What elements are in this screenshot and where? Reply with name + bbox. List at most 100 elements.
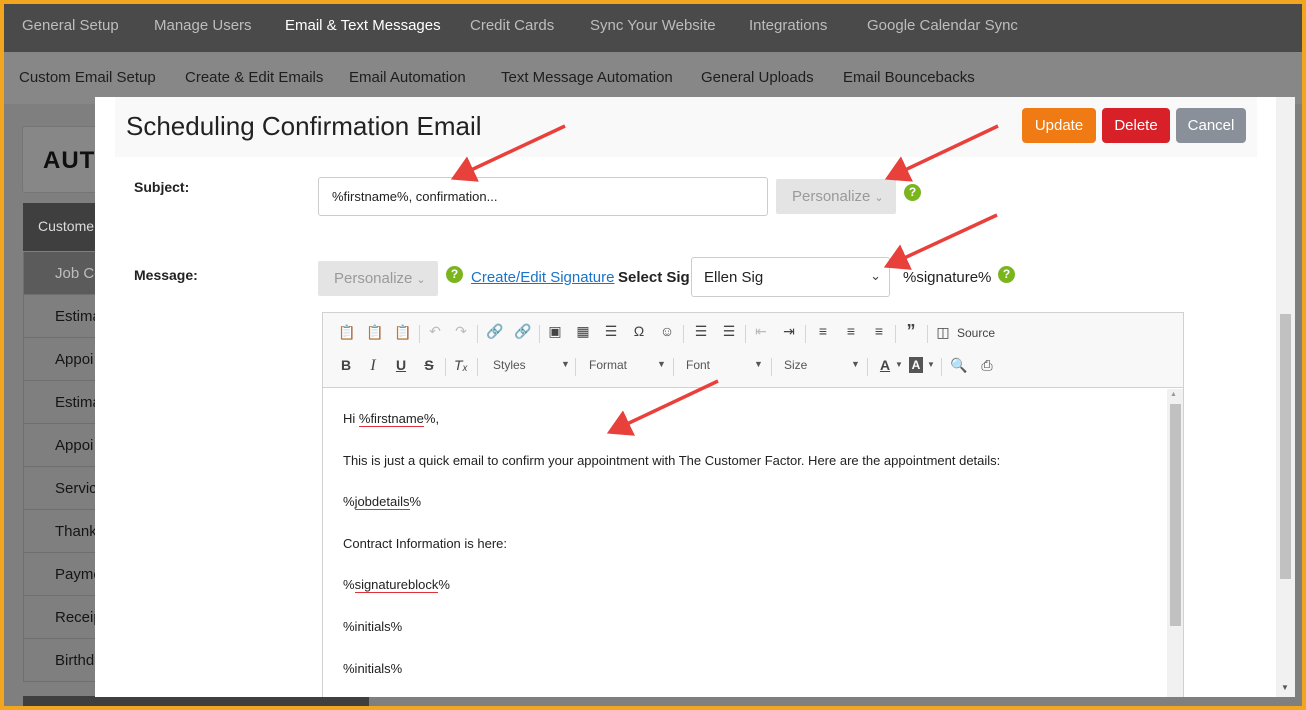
editor-scrollbar[interactable]: ▲ [1167,389,1183,697]
sidebar-item-label: Appoi [55,351,94,368]
create-edit-signature-link[interactable]: Create/Edit Signature [471,269,614,286]
toolbar-separator [683,325,684,343]
paste-text-icon[interactable]: 📋 [365,324,385,341]
sidebar-item-label: Appoi [55,437,94,454]
underline-icon[interactable]: U [391,357,411,373]
personalize-label: Personalize [792,188,871,205]
caret-down-icon: ▼ [851,359,860,369]
nav-manage-users[interactable]: Manage Users [154,17,252,34]
bulleted-list-icon[interactable]: ☰ [719,323,739,340]
nav-integrations[interactable]: Integrations [749,17,827,34]
subnav-text-message-automation[interactable]: Text Message Automation [501,69,673,86]
remove-format-icon[interactable]: Tₓ [451,357,471,373]
delete-button[interactable]: Delete [1102,108,1170,143]
update-button[interactable]: Update [1022,108,1096,143]
toolbar-separator [867,358,868,376]
toolbar-separator [771,358,772,376]
smiley-icon[interactable]: ☺ [657,323,677,339]
scroll-up-icon[interactable]: ▲ [1170,391,1177,398]
sidebar-item-label: Estima [55,308,101,325]
message-help-icon[interactable]: ? [446,266,463,283]
editor-scroll-thumb[interactable] [1170,404,1181,626]
spelling-error: jobdetails [354,494,410,510]
editor-line: %jobdetails% [343,494,422,510]
editor-content[interactable]: Hi %firstname%, This is just a quick ema… [323,389,1167,697]
modal-scroll-thumb[interactable] [1280,314,1291,579]
unlink-icon[interactable]: 🔗 [513,323,533,340]
link-icon[interactable]: 🔗 [485,323,505,340]
scroll-down-icon[interactable]: ▼ [1281,683,1289,692]
sidebar-item-label: Birthd [55,652,95,669]
source-icon[interactable]: ◫ [933,324,953,341]
modal-scrollbar[interactable]: ▼ [1276,97,1295,697]
toolbar-separator [673,358,674,376]
undo-icon[interactable]: ↶ [425,323,445,340]
bold-icon[interactable]: B [336,357,356,373]
signature-select-value: Ellen Sig [704,269,764,286]
align-center-icon[interactable]: ≡ [841,323,861,339]
subject-input[interactable] [318,177,768,216]
table-icon[interactable]: ▦ [573,323,593,340]
paste-word-icon[interactable]: 📋 [393,324,413,341]
nav-google-calendar-sync[interactable]: Google Calendar Sync [867,17,1018,34]
rich-text-editor: 📋 📋 📋 ↶ ↷ 🔗 🔗 ▣ ▦ ☰ Ω ☺ ☰ ☰ ⇤ ⇥ ≡ ≡ ≡ ” … [322,312,1184,697]
preview-icon[interactable]: 🔍 [949,357,969,374]
subnav-general-uploads[interactable]: General Uploads [701,69,814,86]
align-left-icon[interactable]: ≡ [813,323,833,339]
size-dropdown[interactable]: Size [784,358,807,372]
editor-line: %initials% [343,661,403,676]
signature-help-icon[interactable]: ? [998,266,1015,283]
subnav-create-edit-emails[interactable]: Create & Edit Emails [185,69,323,86]
signature-select[interactable]: Ellen Sig ⌄ [691,257,890,297]
source-button-label[interactable]: Source [957,326,995,340]
modal-header: Scheduling Confirmation Email Update Del… [115,97,1257,157]
numbered-list-icon[interactable]: ☰ [691,323,711,340]
caret-down-icon: ▼ [754,359,763,369]
chevron-down-icon: ⌄ [870,268,881,283]
horizontal-line-icon[interactable]: ☰ [601,323,621,340]
nav-email-text-messages[interactable]: Email & Text Messages [285,17,441,34]
subnav-email-automation[interactable]: Email Automation [349,69,466,86]
message-personalize-button[interactable]: Personalize ⌄ [318,261,438,296]
italic-icon[interactable]: I [363,357,383,375]
toolbar-separator [477,358,478,376]
nav-sync-website[interactable]: Sync Your Website [590,17,716,34]
sidebar-item-label: Estima [55,394,101,411]
indent-icon[interactable]: ⇥ [779,323,799,340]
print-icon[interactable]: ⎙ [977,357,997,374]
caret-down-icon: ▼ [895,360,903,369]
redo-icon[interactable]: ↷ [451,323,471,340]
editor-line: %signatureblock% [343,577,450,593]
subnav-custom-email-setup[interactable]: Custom Email Setup [19,69,156,86]
text-color-icon[interactable]: A [875,357,895,373]
nav-general-setup[interactable]: General Setup [22,17,119,34]
caret-down-icon: ▼ [927,360,935,369]
email-editor-modal: Scheduling Confirmation Email Update Del… [95,97,1295,697]
special-character-icon[interactable]: Ω [629,323,649,339]
paste-icon[interactable]: 📋 [337,324,357,341]
editor-line: This is just a quick email to confirm yo… [343,453,1001,468]
blockquote-icon[interactable]: ” [901,321,921,342]
nav-credit-cards[interactable]: Credit Cards [470,17,554,34]
image-icon[interactable]: ▣ [545,323,565,340]
outdent-icon[interactable]: ⇤ [751,323,771,340]
background-color-icon[interactable]: A [909,357,923,373]
align-right-icon[interactable]: ≡ [869,323,889,339]
sidebar-item-label: Servic [55,480,97,497]
subnav-email-bouncebacks[interactable]: Email Bouncebacks [843,69,975,86]
toolbar-separator [745,325,746,343]
styles-dropdown[interactable]: Styles [493,358,526,372]
format-dropdown[interactable]: Format [589,358,627,372]
editor-line: Contract Information is here: [343,536,508,551]
toolbar-separator [927,325,928,343]
signature-token: %signature% [903,269,992,286]
subject-personalize-button[interactable]: Personalize ⌄ [776,179,896,214]
subject-help-icon[interactable]: ? [904,184,921,201]
strikethrough-icon[interactable]: S [419,357,439,373]
toolbar-separator [539,325,540,343]
editor-toolbar: 📋 📋 📋 ↶ ↷ 🔗 🔗 ▣ ▦ ☰ Ω ☺ ☰ ☰ ⇤ ⇥ ≡ ≡ ≡ ” … [323,313,1183,388]
sidebar-item-label: Thank [55,523,97,540]
toolbar-separator [445,358,446,376]
cancel-button[interactable]: Cancel [1176,108,1246,143]
font-dropdown[interactable]: Font [686,358,710,372]
